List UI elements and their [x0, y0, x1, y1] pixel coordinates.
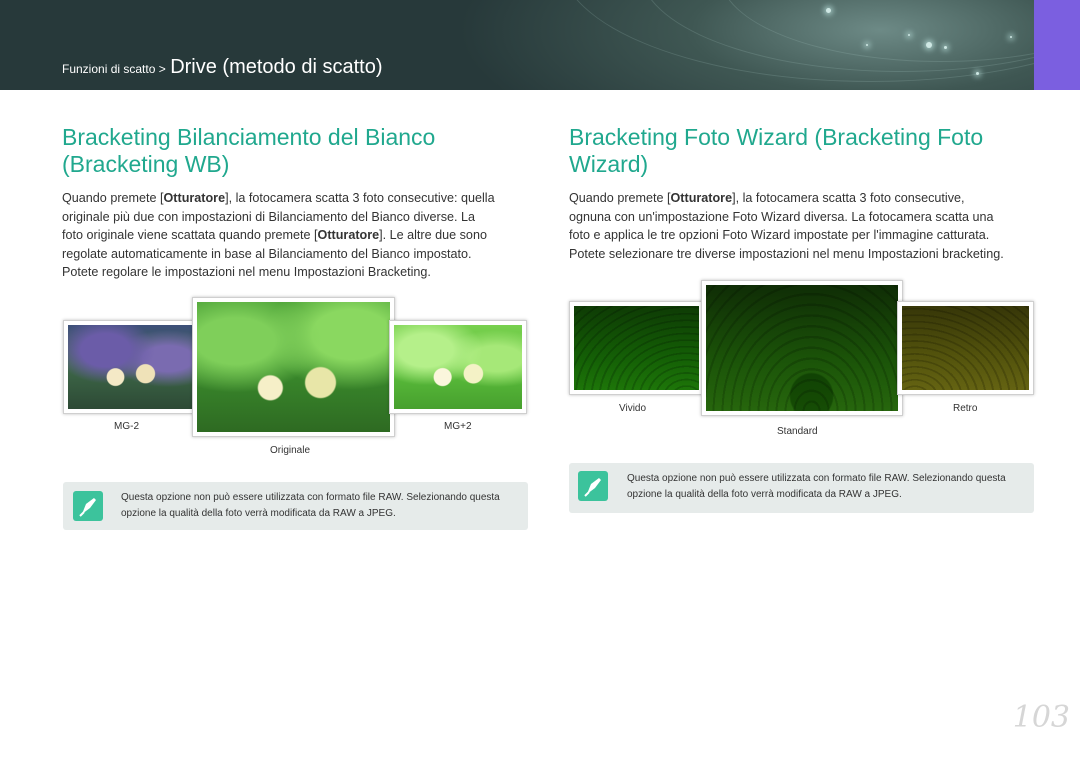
note-text: Questa opzione non può essere utilizzata…: [121, 492, 500, 519]
paragraph-line: Quando premete [Otturatore], la fotocame…: [62, 191, 495, 205]
photo-original: [192, 297, 395, 437]
paragraph-line: Potete selezionare tre diverse impostazi…: [569, 246, 1004, 261]
photo-standard: [701, 280, 903, 416]
note-text: Questa opzione non può essere utilizzata…: [627, 473, 1006, 500]
pen-nib-icon: [578, 471, 608, 501]
heading-line: Bracketing Bilanciamento del Bianco: [62, 124, 436, 150]
heading-line: Bracketing Foto Wizard (Bracketing Foto: [569, 124, 984, 150]
section-heading-wb: Bracketing Bilanciamento del Bianco (Bra…: [62, 124, 532, 178]
sparkle-icon: [926, 42, 932, 48]
sparkle-icon: [866, 44, 868, 46]
sparkle-icon: [1010, 36, 1012, 38]
page-title: Drive (metodo di scatto): [170, 56, 383, 78]
paragraph-line: Potete regolare le impostazioni nel menu…: [62, 265, 431, 279]
sparkle-icon: [944, 46, 947, 49]
sparkle-icon: [826, 8, 831, 13]
paragraph-line: foto e applica le tre opzioni Foto Wizar…: [569, 228, 990, 242]
photo-mg-minus-2: [63, 320, 198, 414]
section-heading-wizard: Bracketing Foto Wizard (Bracketing Foto …: [569, 124, 1039, 178]
paragraph-line: originale più due con impostazioni di Bi…: [62, 209, 476, 224]
photo-vivido: [569, 301, 704, 395]
paragraph-line: Quando premete [Otturatore], la fotocame…: [569, 191, 965, 205]
caption-standard: Standard: [777, 426, 818, 437]
paragraph-wizard: Quando premete [Otturatore], la fotocame…: [569, 189, 1039, 263]
heading-line: Wizard): [569, 151, 649, 177]
caption-mg-plus-2: MG+2: [444, 421, 472, 432]
sparkle-icon: [976, 72, 979, 75]
photo-retro: [897, 301, 1034, 395]
paragraph-line: regolate automaticamente in base al Bila…: [62, 246, 472, 261]
sparkle-icon: [908, 34, 910, 36]
caption-original: Originale: [270, 445, 311, 456]
note-box: Questa opzione non può essere utilizzata…: [569, 463, 1034, 513]
paragraph-line: ognuna con un'impostazione Foto Wizard d…: [569, 209, 994, 224]
paragraph-line: foto originale viene scattata quando pre…: [62, 228, 487, 242]
note-box: Questa opzione non può essere utilizzata…: [63, 482, 528, 530]
breadcrumb: Funzioni di scatto > Drive (metodo di sc…: [62, 56, 382, 79]
caption-mg-minus-2: MG-2: [114, 421, 139, 432]
caption-retro: Retro: [953, 403, 978, 414]
chapter-tab[interactable]: [1034, 0, 1080, 90]
pen-nib-icon: [73, 491, 103, 521]
page-number: 103: [1012, 700, 1070, 735]
breadcrumb-section[interactable]: Funzioni di scatto >: [62, 62, 166, 76]
caption-vivido: Vivido: [619, 403, 647, 414]
paragraph-wb: Quando premete [Otturatore], la fotocame…: [62, 189, 532, 282]
heading-line: (Bracketing WB): [62, 151, 230, 177]
photo-mg-plus-2: [389, 320, 527, 414]
